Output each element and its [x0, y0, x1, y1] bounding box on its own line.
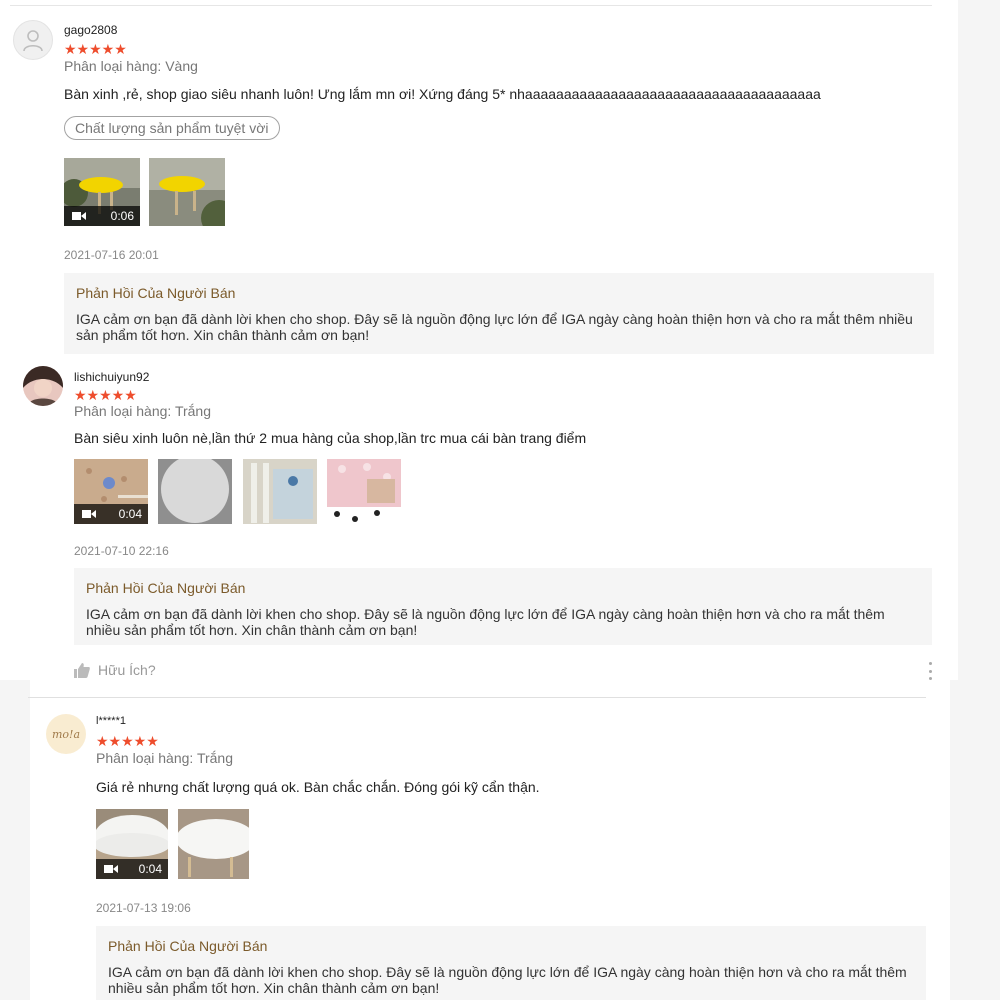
video-overlay: 0:06 [64, 206, 140, 226]
review-image-thumbnail[interactable] [178, 809, 249, 879]
seller-reply: Phản Hồi Của Người Bán IGA cảm ơn bạn đã… [64, 273, 934, 354]
review-image-thumbnail[interactable] [149, 158, 225, 226]
review-timestamp: 2021-07-16 20:01 [64, 248, 159, 262]
product-variant: Phân loại hàng: Trắng [96, 750, 233, 766]
user-avatar[interactable] [13, 20, 53, 60]
media-image [149, 158, 225, 226]
review-image-thumbnail[interactable] [243, 459, 317, 524]
review-username[interactable]: lishichuiyun92 [74, 370, 149, 384]
seller-reply-text: IGA cảm ơn bạn đã dành lời khen cho shop… [86, 606, 885, 638]
helpful-button[interactable]: Hữu Ích? [74, 662, 156, 678]
review-timestamp: 2021-07-10 22:16 [74, 544, 169, 558]
media-image [327, 459, 401, 524]
product-variant: Phân loại hàng: Vàng [64, 58, 198, 74]
review-video-thumbnail[interactable]: 0:04 [74, 459, 148, 524]
user-avatar[interactable]: mo!a [46, 714, 86, 754]
seller-reply: Phản Hồi Của Người Bán IGA cảm ơn bạn đã… [96, 926, 926, 1000]
review-tag: Chất lượng sản phẩm tuyệt vời [64, 116, 280, 140]
page-background-strip [0, 680, 30, 1000]
avatar-image [23, 366, 63, 406]
video-overlay: 0:04 [74, 504, 148, 524]
video-camera-icon [82, 510, 96, 518]
user-icon [23, 30, 43, 52]
media-image [158, 459, 232, 524]
video-duration: 0:04 [118, 507, 142, 521]
video-duration: 0:04 [138, 862, 162, 876]
rating-stars: ★★★★★ [64, 41, 127, 57]
review-timestamp: 2021-07-13 19:06 [96, 901, 191, 915]
seller-reply-title: Phản Hồi Của Người Bán [108, 938, 268, 954]
media-image [243, 459, 317, 524]
more-vertical-icon[interactable] [927, 662, 933, 680]
seller-reply-title: Phản Hồi Của Người Bán [86, 580, 246, 596]
divider [10, 5, 932, 6]
seller-reply-title: Phản Hồi Của Người Bán [76, 285, 236, 301]
video-camera-icon [72, 212, 86, 220]
rating-stars: ★★★★★ [96, 733, 159, 749]
review-image-thumbnail[interactable] [158, 459, 232, 524]
user-avatar[interactable] [23, 366, 63, 406]
page-background-strip [950, 680, 1000, 1000]
review-username[interactable]: gago2808 [64, 23, 117, 37]
thumbs-up-icon [74, 662, 90, 678]
review-image-thumbnail[interactable] [327, 459, 401, 524]
video-camera-icon [104, 865, 118, 873]
review-comment: Bàn siêu xinh luôn nè,lần thứ 2 mua hàng… [74, 430, 587, 446]
media-image [178, 809, 249, 879]
helpful-label: Hữu Ích? [98, 662, 156, 678]
review-username[interactable]: l*****1 [96, 715, 126, 727]
seller-reply-text: IGA cảm ơn bạn đã dành lời khen cho shop… [76, 311, 913, 343]
review-comment: Giá rẻ nhưng chất lượng quá ok. Bàn chắc… [96, 779, 540, 795]
divider [28, 697, 926, 698]
seller-reply-text: IGA cảm ơn bạn đã dành lời khen cho shop… [108, 964, 907, 996]
avatar-logo-text: mo!a [51, 727, 81, 741]
video-duration: 0:06 [110, 209, 134, 223]
seller-reply: Phản Hồi Của Người Bán IGA cảm ơn bạn đã… [74, 568, 932, 645]
review-video-thumbnail[interactable]: 0:06 [64, 158, 140, 226]
rating-stars: ★★★★★ [74, 387, 137, 403]
product-variant: Phân loại hàng: Trắng [74, 403, 211, 419]
review-video-thumbnail[interactable]: 0:04 [96, 809, 168, 879]
review-comment: Bàn xinh ,rẻ, shop giao siêu nhanh luôn!… [64, 86, 821, 102]
video-overlay: 0:04 [96, 859, 168, 879]
